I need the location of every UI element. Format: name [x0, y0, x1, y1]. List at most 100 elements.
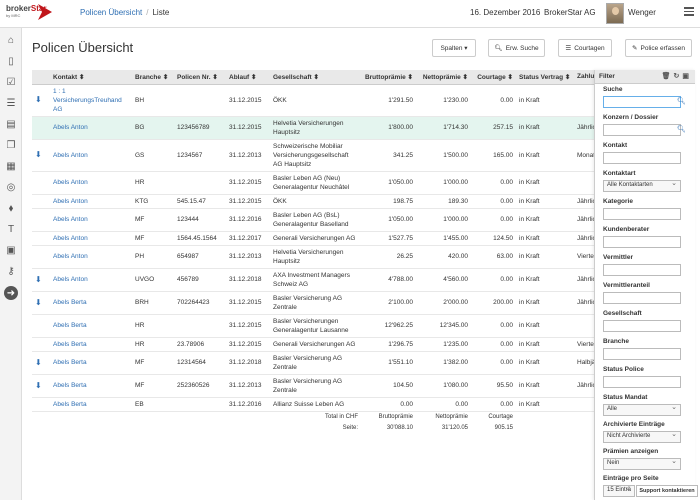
column-header[interactable]: Zahlung [574, 70, 594, 85]
contact-link[interactable]: 1 : 1 VersicherungsTreuhand AG [50, 84, 132, 117]
column-header[interactable]: Status Vertrag ⬍ [516, 70, 574, 85]
user-name[interactable]: Wenger [628, 8, 656, 17]
table-row[interactable]: ⬇ Abels Berta MF 252360526 31.12.2013 Basler … [32, 374, 594, 398]
contact-link[interactable]: Abels Anton [50, 231, 132, 246]
column-header[interactable]: Courtage ⬍ [471, 70, 516, 85]
contact-link[interactable]: Abels Anton [50, 139, 132, 172]
table-row[interactable]: Abels Anton KTG 545.15.47 31.12.2015 ÖKK 198.… [32, 194, 594, 209]
vermittleranteil-input[interactable] [603, 292, 681, 304]
contact-link[interactable]: Abels Anton [50, 116, 132, 140]
eintraege-select[interactable]: 15 Einträ [603, 484, 635, 497]
table-row[interactable]: Abels Berta EB 31.12.2016 Allianz Suisse Le… [32, 397, 594, 412]
table-row[interactable]: ⬇ Abels Anton GS 1234567 31.12.2013 Schweizer… [32, 139, 594, 172]
columns-button[interactable]: Spalten ▾ [432, 39, 476, 57]
column-header[interactable]: Gesellschaft ⬍ [270, 70, 361, 85]
company-name[interactable]: BrokerStar AG [544, 8, 596, 17]
table-cell: in Kraft [516, 245, 574, 269]
contact-link[interactable]: Abels Anton [50, 194, 132, 209]
support-button[interactable]: Support kontaktieren [636, 485, 698, 497]
download-icon[interactable]: ⬇ [35, 298, 42, 307]
totals-empty-cell [516, 423, 574, 434]
contact-link[interactable]: Abels Anton [50, 171, 132, 195]
contact-link[interactable]: Abels Anton [50, 268, 132, 292]
column-header[interactable]: Nettoprämie ⬍ [416, 70, 471, 85]
document-icon[interactable]: ▯ [5, 55, 17, 67]
column-header[interactable]: Branche ⬍ [132, 70, 174, 85]
table-cell: 0.00 [416, 397, 471, 412]
police-table: Kontakt ⬍ Branche ⬍ Policen Nr. ⬍ Ablauf ⬍ G… [32, 70, 594, 434]
column-header[interactable]: Kontakt ⬍ [50, 70, 132, 85]
calculator-icon[interactable]: ▣ [5, 244, 17, 256]
column-header[interactable]: Bruttoprämie ⬍ [361, 70, 416, 85]
gesellschaft-input[interactable] [603, 320, 681, 332]
home-icon[interactable]: ⌂ [5, 34, 17, 46]
contact-link[interactable]: Abels Anton [50, 208, 132, 232]
status-police-input[interactable] [603, 376, 681, 388]
konzern-input[interactable] [603, 124, 681, 136]
save-icon[interactable]: ▣ [682, 73, 692, 80]
text-icon[interactable]: T [5, 223, 17, 235]
table-icon[interactable]: ▦ [5, 160, 17, 172]
table-cell: 31.12.2013 [226, 374, 270, 398]
download-icon[interactable]: ⬇ [35, 275, 42, 284]
trash-icon[interactable]: 🗑︎ [662, 73, 674, 80]
table-cell: AXA Investment Managers Schweiz AG [270, 268, 361, 292]
table-row[interactable]: ⬇ Abels Berta MF 12314564 31.12.2018 Basler V… [32, 351, 594, 375]
column-header[interactable]: Ablauf ⬍ [226, 70, 270, 85]
search-icon[interactable]: 🔍︎ [677, 97, 686, 105]
add-police-button[interactable]: ✎ Police erfassen [625, 39, 692, 57]
table-row[interactable]: ⬇ 1 : 1 VersicherungsTreuhand AG BH 31.12.2… [32, 84, 594, 117]
file-icon[interactable]: ▤ [5, 118, 17, 130]
table-row[interactable]: Abels Anton MF 123444 31.12.2016 Basler Lebe… [32, 208, 594, 232]
table-cell: 31.12.2017 [226, 231, 270, 246]
vermittler-input[interactable] [603, 264, 681, 276]
download-icon[interactable]: ⬇ [35, 150, 42, 159]
branche-input[interactable] [603, 348, 681, 360]
key-icon[interactable]: ⚷ [5, 265, 17, 277]
row-icon-cell: ⬇ [32, 291, 50, 315]
kategorie-input[interactable] [603, 208, 681, 220]
contact-link[interactable]: Abels Berta [50, 397, 132, 412]
download-icon[interactable]: ⬇ [35, 381, 42, 390]
kontaktart-select[interactable]: Alle Kontaktarten [603, 179, 681, 192]
table-cell: 31.12.2018 [226, 268, 270, 292]
globe-icon[interactable]: ◎ [5, 181, 17, 193]
table-row[interactable]: ⬇ Abels Berta BRH 702264423 31.12.2015 Basler… [32, 291, 594, 315]
extended-search-button[interactable]: 🔍︎ Erw. Suche [488, 39, 545, 57]
table-row[interactable]: Abels Berta HR 31.12.2015 Basler Versicheru… [32, 314, 594, 338]
avatar[interactable] [606, 3, 624, 24]
table-row[interactable]: Abels Anton PH 654987 31.12.2013 Helvetia Ve… [32, 245, 594, 269]
contact-link[interactable]: Abels Berta [50, 314, 132, 338]
table-row[interactable]: Abels Anton MF 1564.45.1564 31.12.2017 Gener… [32, 231, 594, 246]
copy-icon[interactable]: ❐ [5, 139, 17, 151]
suche-input[interactable] [603, 96, 681, 108]
table-row[interactable]: Abels Anton BG 123456789 31.12.2015 Helvetia… [32, 116, 594, 140]
kundenberater-input[interactable] [603, 236, 681, 248]
table-row[interactable]: ⬇ Abels Anton UVGO 456789 31.12.2018 AXA Inve… [32, 268, 594, 292]
search-icon[interactable]: 🔍︎ [677, 125, 686, 133]
contact-link[interactable]: Abels Berta [50, 374, 132, 398]
police-table-container[interactable]: Kontakt ⬍ Branche ⬍ Policen Nr. ⬍ Ablauf ⬍ G… [32, 70, 594, 500]
contact-link[interactable]: Abels Anton [50, 245, 132, 269]
download-icon[interactable]: ⬇ [35, 95, 42, 104]
download-icon[interactable]: ⬇ [35, 358, 42, 367]
breadcrumb-link[interactable]: Policen Übersicht [80, 8, 142, 17]
hamburger-menu-icon[interactable] [684, 7, 694, 18]
kontakt-input[interactable] [603, 152, 681, 164]
courtagen-button[interactable]: ☰ Courtagen [558, 39, 612, 57]
arrow-right-icon[interactable]: ➜ [4, 286, 18, 300]
column-header[interactable]: Policen Nr. ⬍ [174, 70, 226, 85]
contact-link[interactable]: Abels Berta [50, 337, 132, 352]
tag-icon[interactable]: ⬧ [5, 202, 17, 214]
totals-cell: 30'088.10 [386, 424, 413, 431]
table-row[interactable]: Abels Anton HR 31.12.2015 Basler Leben AG (… [32, 171, 594, 195]
archivierte-select[interactable]: Nicht Archivierte [603, 430, 681, 443]
table-row[interactable]: Abels Berta HR 23.78906 31.12.2015 Generali … [32, 337, 594, 352]
contact-link[interactable]: Abels Berta [50, 291, 132, 315]
brokerstar-logo[interactable]: brokerStar by MRC [0, 0, 54, 28]
praemien-select[interactable]: Nein [603, 457, 681, 470]
status-mandat-select[interactable]: Alle [603, 403, 681, 416]
checkbox-icon[interactable]: ☑ [5, 76, 17, 88]
contact-link[interactable]: Abels Berta [50, 351, 132, 375]
list-icon[interactable]: ☰ [5, 97, 17, 109]
